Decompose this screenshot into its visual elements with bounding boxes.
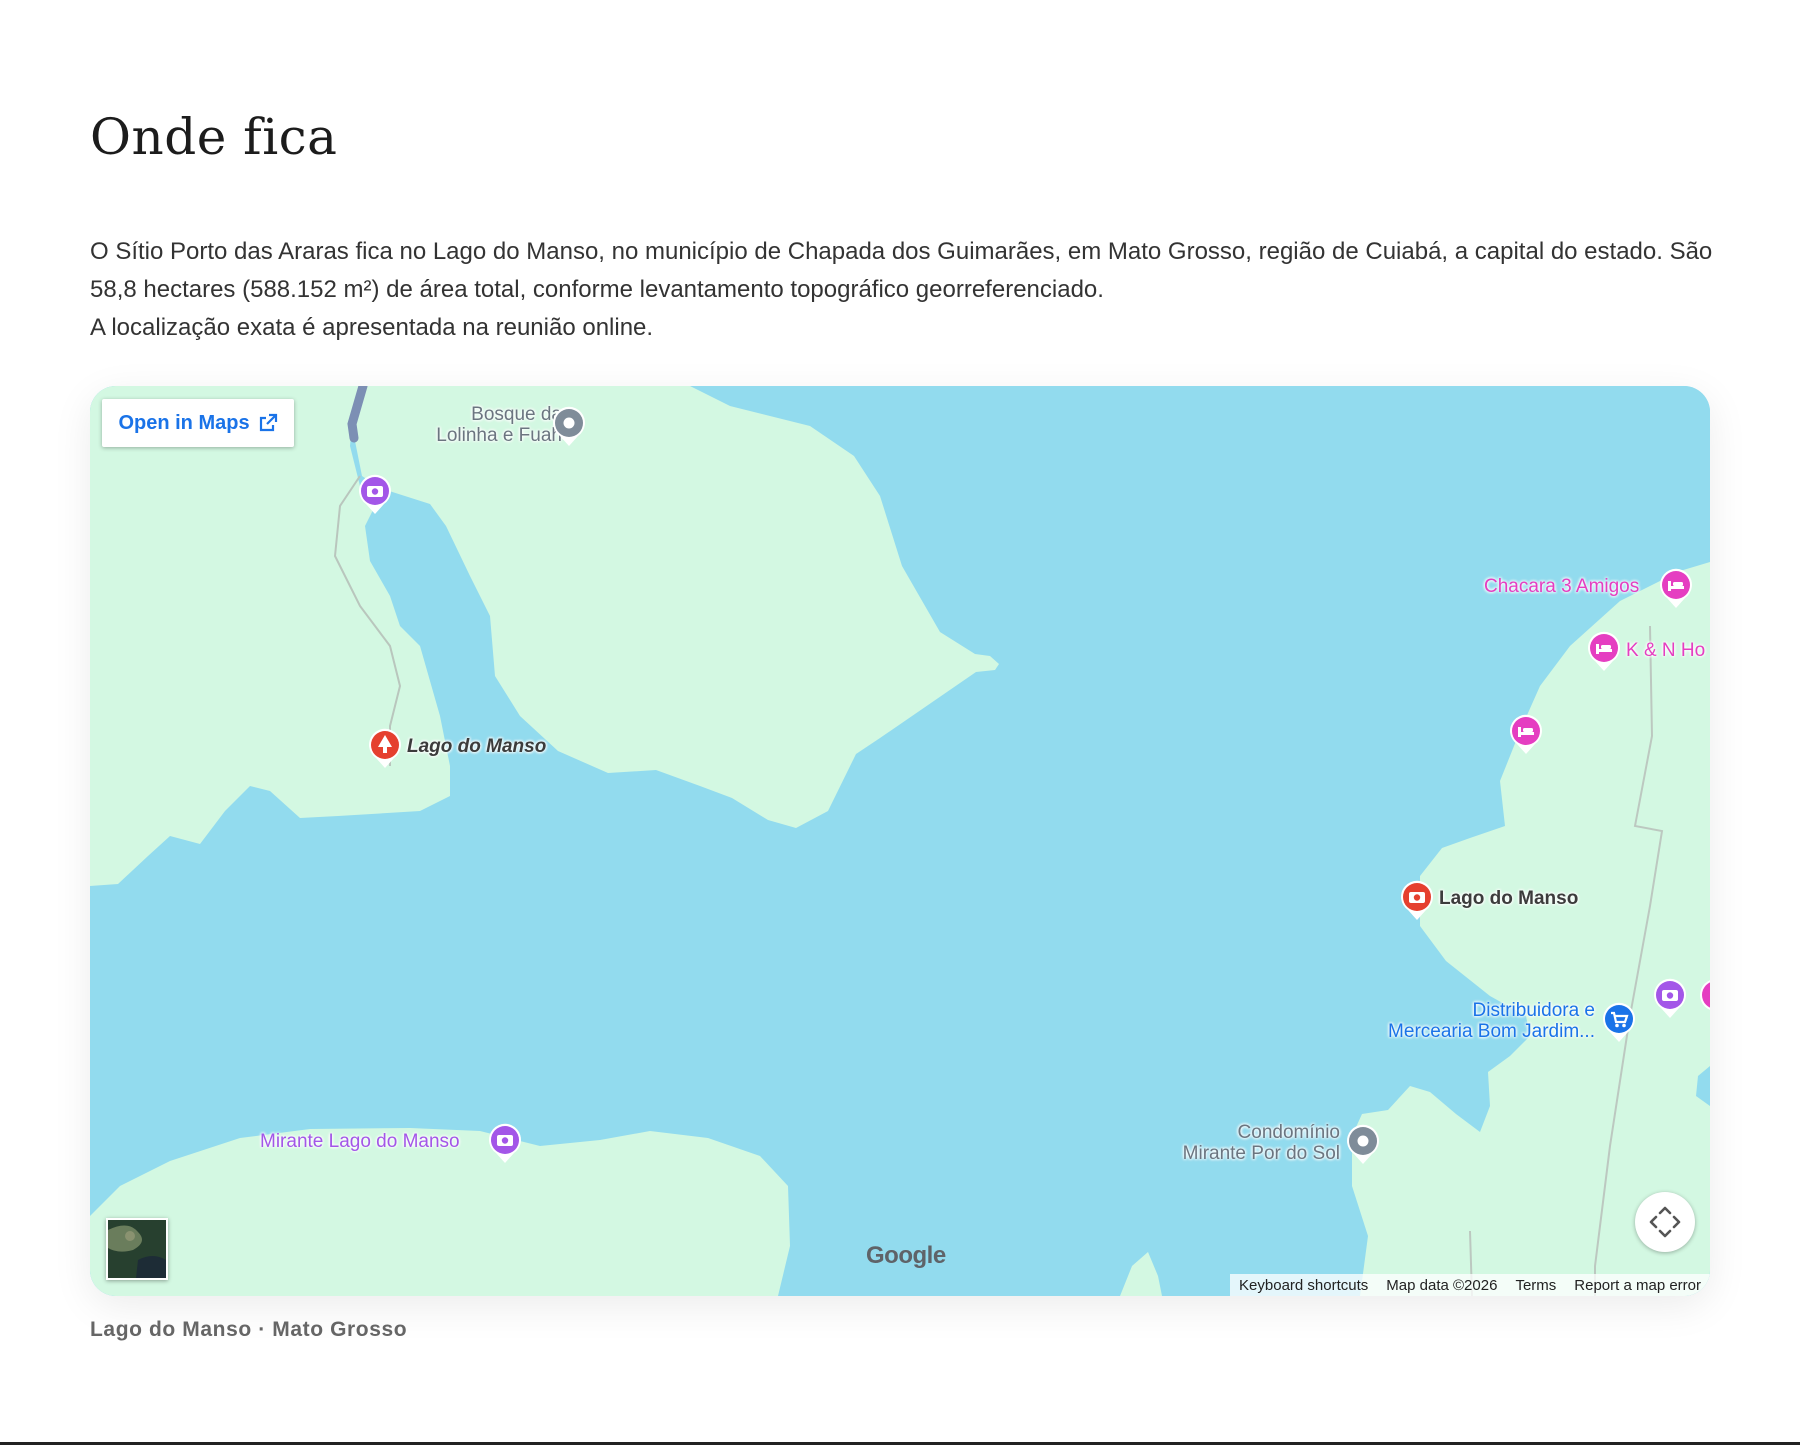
report-error-link[interactable]: Report a map error bbox=[1565, 1277, 1710, 1294]
poi-label-condominio[interactable]: Condomínio Mirante Por do Sol bbox=[1090, 1122, 1340, 1164]
generic-pin-icon[interactable] bbox=[1344, 1122, 1382, 1166]
terms-link[interactable]: Terms bbox=[1506, 1277, 1565, 1294]
open-in-maps-button[interactable]: Open in Maps bbox=[102, 399, 294, 447]
map-attribution-bar: Keyboard shortcuts Map data ©2026 Terms … bbox=[1230, 1274, 1710, 1296]
camera-pin-icon[interactable] bbox=[486, 1121, 524, 1165]
generic-pin-icon[interactable] bbox=[550, 404, 588, 448]
google-logo: Google bbox=[866, 1242, 946, 1269]
bed-pin-icon[interactable] bbox=[1507, 712, 1545, 756]
camera-pin-icon[interactable] bbox=[356, 472, 394, 516]
poi-label-lago-manso-photo[interactable]: Lago do Manso bbox=[1439, 888, 1578, 909]
poi-label-chacara[interactable]: Chacara 3 Amigos bbox=[1484, 576, 1639, 597]
poi-label-distribuidora[interactable]: Distribuidora e Mercearia Bom Jardim... bbox=[1363, 1000, 1595, 1042]
map-base-layer[interactable] bbox=[90, 386, 1710, 1296]
embedded-map[interactable]: Open in Maps Bosque da Lolinha e Fuah La… bbox=[90, 386, 1710, 1296]
land-bottom-left bbox=[90, 1128, 790, 1296]
camera-control-button[interactable] bbox=[1635, 1192, 1695, 1252]
map-type-toggle[interactable] bbox=[106, 1218, 168, 1280]
camera-pin-icon[interactable] bbox=[1398, 878, 1436, 922]
external-link-icon bbox=[259, 413, 277, 432]
description-paragraph-2: A localização exata é apresentada na reu… bbox=[90, 314, 654, 341]
bed-pin-icon[interactable] bbox=[1585, 629, 1623, 673]
page-title: Onde fica bbox=[90, 108, 338, 166]
poi-label-mirante[interactable]: Mirante Lago do Manso bbox=[260, 1131, 460, 1152]
bed-pin-icon[interactable] bbox=[1657, 566, 1695, 610]
poi-label-lago-manso-park[interactable]: Lago do Manso bbox=[407, 736, 546, 757]
poi-label-bosque[interactable]: Bosque da Lolinha e Fuah bbox=[390, 404, 562, 446]
poi-label-kn[interactable]: K & N Ho bbox=[1626, 640, 1705, 661]
map-data-text: Map data ©2026 bbox=[1386, 1276, 1498, 1294]
tree-pin-icon[interactable] bbox=[366, 726, 404, 770]
open-in-maps-label: Open in Maps bbox=[118, 411, 250, 434]
satellite-thumbnail-icon bbox=[108, 1220, 166, 1278]
map-caption: Lago do Manso · Mato Grosso bbox=[90, 1318, 408, 1341]
description-paragraph-1: O Sítio Porto das Araras fica no Lago do… bbox=[90, 238, 1713, 303]
location-description: O Sítio Porto das Araras fica no Lago do… bbox=[90, 233, 1730, 347]
camera-pin-icon-partial[interactable] bbox=[1697, 976, 1710, 1020]
move-arrows-icon bbox=[1649, 1206, 1681, 1238]
camera-pin-icon[interactable] bbox=[1651, 976, 1689, 1020]
shopping-cart-pin-icon[interactable] bbox=[1600, 1000, 1638, 1044]
keyboard-shortcuts-link[interactable]: Keyboard shortcuts bbox=[1230, 1277, 1377, 1294]
